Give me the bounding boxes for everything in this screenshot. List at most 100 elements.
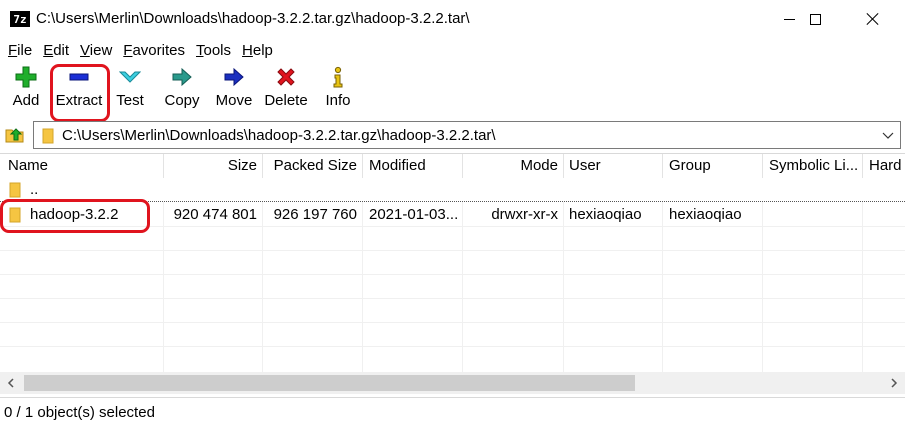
column-divider[interactable] (862, 154, 863, 178)
list-header: Name Size Packed Size Modified Mode User… (0, 154, 905, 178)
item-modified: 2021-01-03... (369, 206, 459, 223)
list-item-parent[interactable]: .. (0, 178, 905, 202)
test-button[interactable]: Test (114, 66, 146, 116)
delete-button[interactable]: Delete (263, 66, 309, 116)
scroll-thumb[interactable] (24, 375, 635, 391)
menu-accel: H (242, 41, 253, 59)
copy-icon (171, 66, 193, 88)
item-group: hexiaoqiao (669, 206, 742, 223)
menu-label: dit (53, 41, 70, 59)
menu-view[interactable]: View (80, 42, 112, 59)
item-name: hadoop-3.2.2 (30, 206, 119, 223)
column-user[interactable]: User (564, 154, 662, 178)
maximize-icon (809, 13, 821, 25)
extract-icon (68, 66, 90, 88)
add-button[interactable]: Add (10, 66, 42, 116)
grid-line (262, 202, 263, 374)
address-bar: C:\Users\Merlin\Downloads\hadoop-3.2.2.t… (0, 118, 905, 152)
extract-button[interactable]: Extract (54, 66, 104, 116)
item-name: .. (30, 181, 39, 198)
extract-label: Extract (55, 92, 103, 109)
address-field[interactable]: C:\Users\Merlin\Downloads\hadoop-3.2.2.t… (33, 121, 901, 149)
column-divider[interactable] (762, 154, 763, 178)
window-title: C:\Users\Merlin\Downloads\hadoop-3.2.2.t… (36, 10, 470, 27)
menu-accel: T (196, 41, 204, 59)
grid-line (762, 202, 763, 374)
copy-label: Copy (164, 92, 200, 109)
menu-label: ile (17, 41, 33, 59)
maximize-button[interactable] (792, 0, 838, 38)
grid-line (563, 202, 564, 374)
item-mode: drwxr-xr-x (491, 206, 558, 223)
column-name[interactable]: Name (3, 154, 153, 178)
move-label: Move (215, 92, 253, 109)
test-label: Test (116, 92, 144, 109)
menu-favorites[interactable]: Favorites (123, 42, 185, 59)
copy-button[interactable]: Copy (163, 66, 201, 116)
item-size: 920 474 801 (173, 206, 257, 223)
address-path: C:\Users\Merlin\Downloads\hadoop-3.2.2.t… (62, 127, 496, 144)
folder-icon (42, 128, 54, 144)
column-modified[interactable]: Modified (364, 154, 462, 178)
menu-help[interactable]: Help (242, 42, 273, 59)
app-icon: 7z (10, 11, 30, 27)
grid-line (0, 298, 905, 299)
grid-line (0, 250, 905, 251)
info-icon (327, 66, 349, 88)
menu-accel: V (80, 41, 90, 59)
title-bar: 7z C:\Users\Merlin\Downloads\hadoop-3.2.… (0, 0, 905, 38)
delete-label: Delete (264, 92, 308, 109)
menu-accel: F (8, 41, 18, 59)
grid-line (462, 202, 463, 374)
column-packed-size[interactable]: Packed Size (262, 154, 362, 178)
info-button[interactable]: Info (324, 66, 352, 116)
grid-line (662, 202, 663, 374)
test-icon (119, 66, 141, 88)
up-folder-icon (5, 128, 24, 143)
menu-bar: File Edit View Favorites Tools Help (0, 38, 905, 62)
menu-label: iew (89, 41, 113, 59)
menu-file[interactable]: File (8, 42, 32, 59)
scroll-right-button[interactable] (883, 372, 905, 394)
grid-line (163, 202, 164, 374)
delete-icon (275, 66, 297, 88)
folder-icon (9, 207, 21, 223)
grid-line (362, 202, 363, 374)
close-icon (866, 12, 880, 26)
item-packed-size: 926 197 760 (273, 206, 357, 223)
info-label: Info (325, 92, 351, 109)
menu-tools[interactable]: Tools (196, 42, 231, 59)
grid-line (862, 202, 863, 374)
column-mode[interactable]: Mode (462, 154, 563, 178)
menu-edit[interactable]: Edit (43, 42, 69, 59)
grid-line (0, 346, 905, 347)
chevron-right-icon (891, 378, 898, 388)
chevron-left-icon (7, 378, 14, 388)
move-button[interactable]: Move (214, 66, 254, 116)
column-divider[interactable] (362, 154, 363, 178)
move-icon (223, 66, 245, 88)
grid-line (0, 322, 905, 323)
item-user: hexiaoqiao (569, 206, 642, 223)
add-label: Add (12, 92, 40, 109)
scroll-left-button[interactable] (0, 372, 22, 394)
column-divider[interactable] (662, 154, 663, 178)
column-size[interactable]: Size (163, 154, 262, 178)
column-group[interactable]: Group (664, 154, 762, 178)
toolbar: Add Extract Test Copy Move Delete Info (0, 62, 905, 122)
folder-icon (9, 182, 21, 198)
status-text: 0 / 1 object(s) selected (4, 404, 155, 421)
close-button[interactable] (850, 0, 896, 38)
list-item-hadoop[interactable]: hadoop-3.2.2 920 474 801 926 197 760 202… (0, 203, 905, 227)
column-symbolic-link[interactable]: Symbolic Li... (764, 154, 862, 178)
status-bar: 0 / 1 object(s) selected (0, 397, 905, 426)
up-folder-button[interactable] (5, 124, 25, 144)
menu-label: elp (252, 41, 273, 59)
horizontal-scrollbar[interactable] (0, 372, 905, 394)
file-list[interactable]: Name Size Packed Size Modified Mode User… (0, 153, 905, 397)
chevron-down-icon[interactable] (882, 129, 894, 141)
column-hard-link[interactable]: Hard (864, 154, 905, 178)
menu-label: ools (203, 41, 232, 59)
focus-outline (0, 201, 905, 202)
menu-accel: E (43, 41, 54, 59)
